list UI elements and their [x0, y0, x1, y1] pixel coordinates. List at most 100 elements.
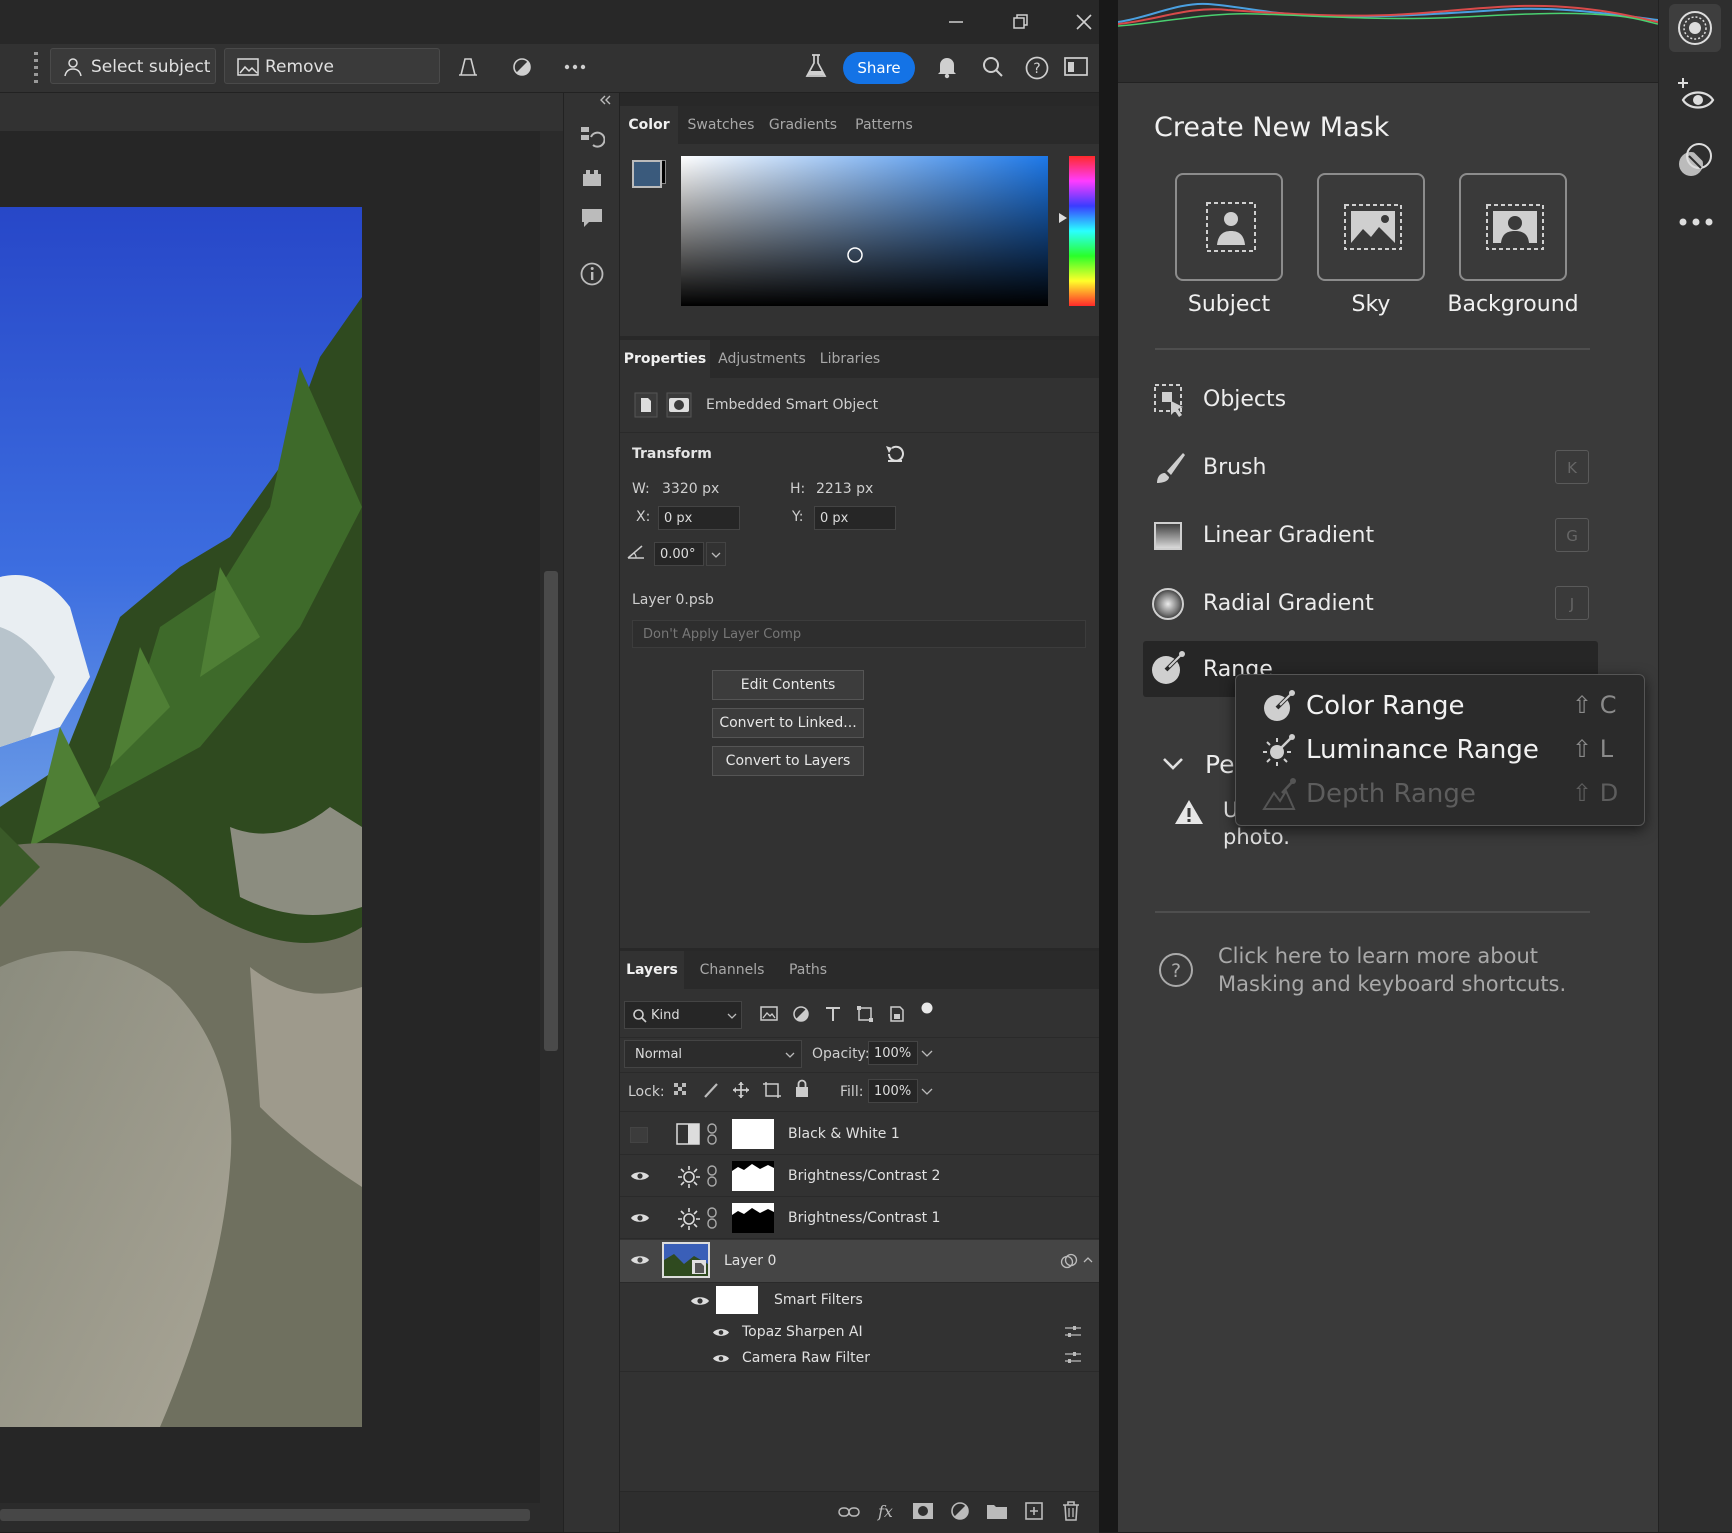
layer-row[interactable]: Black & White 1: [620, 1114, 1099, 1155]
blend-mode-select[interactable]: Normal: [624, 1040, 802, 1068]
foreground-color-swatch[interactable]: [632, 160, 662, 188]
type-filter-icon[interactable]: [824, 1005, 842, 1023]
link-icon[interactable]: [706, 1206, 718, 1230]
hue-pointer-icon[interactable]: [1058, 212, 1068, 224]
objects-tool[interactable]: Objects: [1145, 373, 1595, 429]
lock-all-icon[interactable]: [794, 1079, 810, 1099]
help-icon[interactable]: ?: [1024, 55, 1050, 81]
filter-row[interactable]: Topaz Sharpen AI: [620, 1319, 1099, 1345]
eye-icon[interactable]: [712, 1326, 730, 1339]
help-link[interactable]: Click here to learn more about Masking a…: [1218, 942, 1566, 998]
tab-libraries[interactable]: Libraries: [814, 340, 886, 378]
help-icon[interactable]: ?: [1158, 952, 1194, 988]
new-group-icon[interactable]: [986, 1502, 1008, 1520]
sky-mask-button[interactable]: [1317, 173, 1425, 281]
layer-row-selected[interactable]: Layer 0: [620, 1240, 1099, 1283]
eye-icon[interactable]: [630, 1169, 650, 1183]
subject-mask-button[interactable]: [1175, 173, 1283, 281]
layer-row[interactable]: Brightness/Contrast 2: [620, 1156, 1099, 1197]
tab-properties[interactable]: Properties: [620, 340, 710, 378]
filter-options-icon[interactable]: [1064, 1325, 1082, 1339]
chevron-down-icon[interactable]: [1162, 756, 1184, 772]
link-icon[interactable]: [706, 1164, 718, 1188]
new-layer-icon[interactable]: [1024, 1501, 1044, 1521]
tab-gradients[interactable]: Gradients: [762, 106, 844, 144]
smart-filter-icon[interactable]: [1060, 1253, 1078, 1269]
remove-background-button[interactable]: Remove background: [224, 48, 440, 113]
luminance-range-item[interactable]: Luminance Range ⇧ L: [1236, 727, 1644, 771]
layer-mask-thumbnail[interactable]: [732, 1161, 774, 1191]
angle-field[interactable]: 0.00°: [654, 542, 704, 566]
tab-swatches[interactable]: Swatches: [682, 106, 760, 144]
eye-icon[interactable]: [712, 1352, 730, 1365]
tab-layers[interactable]: Layers: [620, 951, 684, 989]
layer-mask-thumbnail[interactable]: [732, 1119, 774, 1149]
link-layers-icon[interactable]: [838, 1502, 860, 1522]
restore-icon[interactable]: [1010, 12, 1030, 32]
filter-row[interactable]: Camera Raw Filter: [620, 1345, 1099, 1372]
chevron-down-icon[interactable]: [920, 1084, 934, 1098]
reset-transform-icon[interactable]: [884, 442, 906, 464]
eye-icon[interactable]: [690, 1294, 710, 1308]
add-mask-icon[interactable]: [912, 1502, 934, 1520]
color-range-item[interactable]: Color Range ⇧ C: [1236, 683, 1644, 727]
link-icon[interactable]: [706, 1122, 718, 1146]
eye-icon[interactable]: [630, 1253, 650, 1267]
close-icon[interactable]: [1074, 12, 1094, 32]
chevron-down-icon[interactable]: [920, 1046, 934, 1060]
layer-name[interactable]: Layer 0: [724, 1253, 776, 1269]
fill-field[interactable]: 100%: [868, 1079, 918, 1103]
y-field[interactable]: 0 px: [814, 506, 896, 530]
radial-gradient-tool[interactable]: Radial Gradient J: [1145, 577, 1595, 633]
tab-channels[interactable]: Channels: [688, 951, 776, 989]
visibility-toggle-off[interactable]: [630, 1127, 648, 1143]
convert-to-layers-button[interactable]: Convert to Layers: [712, 746, 864, 776]
layer-name[interactable]: Black & White 1: [788, 1126, 900, 1142]
warp-icon[interactable]: [457, 56, 479, 78]
tab-adjustments[interactable]: Adjustments: [714, 340, 810, 378]
plugins-icon[interactable]: [581, 169, 603, 187]
filter-name[interactable]: Camera Raw Filter: [742, 1350, 870, 1366]
hue-slider[interactable]: [1069, 156, 1095, 306]
tab-paths[interactable]: Paths: [780, 951, 836, 989]
grip-icon[interactable]: [32, 50, 40, 86]
adjustment-filter-icon[interactable]: [792, 1005, 810, 1023]
filter-name[interactable]: Topaz Sharpen AI: [742, 1324, 863, 1340]
notifications-icon[interactable]: [936, 55, 958, 79]
presets-icon[interactable]: [1677, 142, 1715, 180]
background-mask-button[interactable]: [1459, 173, 1567, 281]
smart-filter-mask-thumbnail[interactable]: [716, 1286, 758, 1314]
smart-object-filter-icon[interactable]: [888, 1005, 906, 1023]
lock-position-icon[interactable]: [732, 1081, 750, 1099]
color-field[interactable]: [681, 156, 1048, 306]
layer-mask-thumbnail[interactable]: [732, 1203, 774, 1233]
linear-gradient-tool[interactable]: Linear Gradient G: [1145, 509, 1595, 565]
comments-icon[interactable]: [580, 207, 604, 229]
delete-layer-icon[interactable]: [1062, 1500, 1080, 1522]
more-options-icon[interactable]: [563, 56, 587, 78]
horizontal-scrollbar[interactable]: [0, 1503, 540, 1528]
edit-contents-button[interactable]: Edit Contents: [712, 670, 864, 700]
pixel-filter-icon[interactable]: [760, 1005, 778, 1023]
adjust-icon[interactable]: [511, 56, 533, 78]
x-field[interactable]: 0 px: [658, 506, 740, 530]
new-adjustment-icon[interactable]: [950, 1501, 970, 1521]
lock-artboard-icon[interactable]: [762, 1081, 782, 1099]
workspace-icon[interactable]: [1064, 57, 1088, 77]
smart-filters-row[interactable]: Smart Filters: [620, 1282, 1099, 1318]
select-subject-button[interactable]: Select subject: [50, 48, 216, 84]
layer-name[interactable]: Brightness/Contrast 1: [788, 1210, 940, 1226]
history-icon[interactable]: [579, 125, 605, 151]
more-icon[interactable]: [1677, 214, 1715, 230]
info-icon[interactable]: [579, 261, 605, 287]
collapse-panels-icon[interactable]: [597, 93, 613, 107]
convert-to-linked-button[interactable]: Convert to Linked...: [712, 708, 864, 738]
opacity-field[interactable]: 100%: [868, 1041, 918, 1065]
tab-color[interactable]: Color: [620, 106, 678, 144]
layer-name[interactable]: Brightness/Contrast 2: [788, 1168, 940, 1184]
layer-thumbnail[interactable]: [662, 1242, 710, 1278]
vertical-scrollbar[interactable]: [541, 131, 561, 1503]
scroll-thumb[interactable]: [544, 571, 558, 1051]
filter-toggle-icon[interactable]: [920, 1001, 934, 1015]
filter-options-icon[interactable]: [1064, 1351, 1082, 1365]
